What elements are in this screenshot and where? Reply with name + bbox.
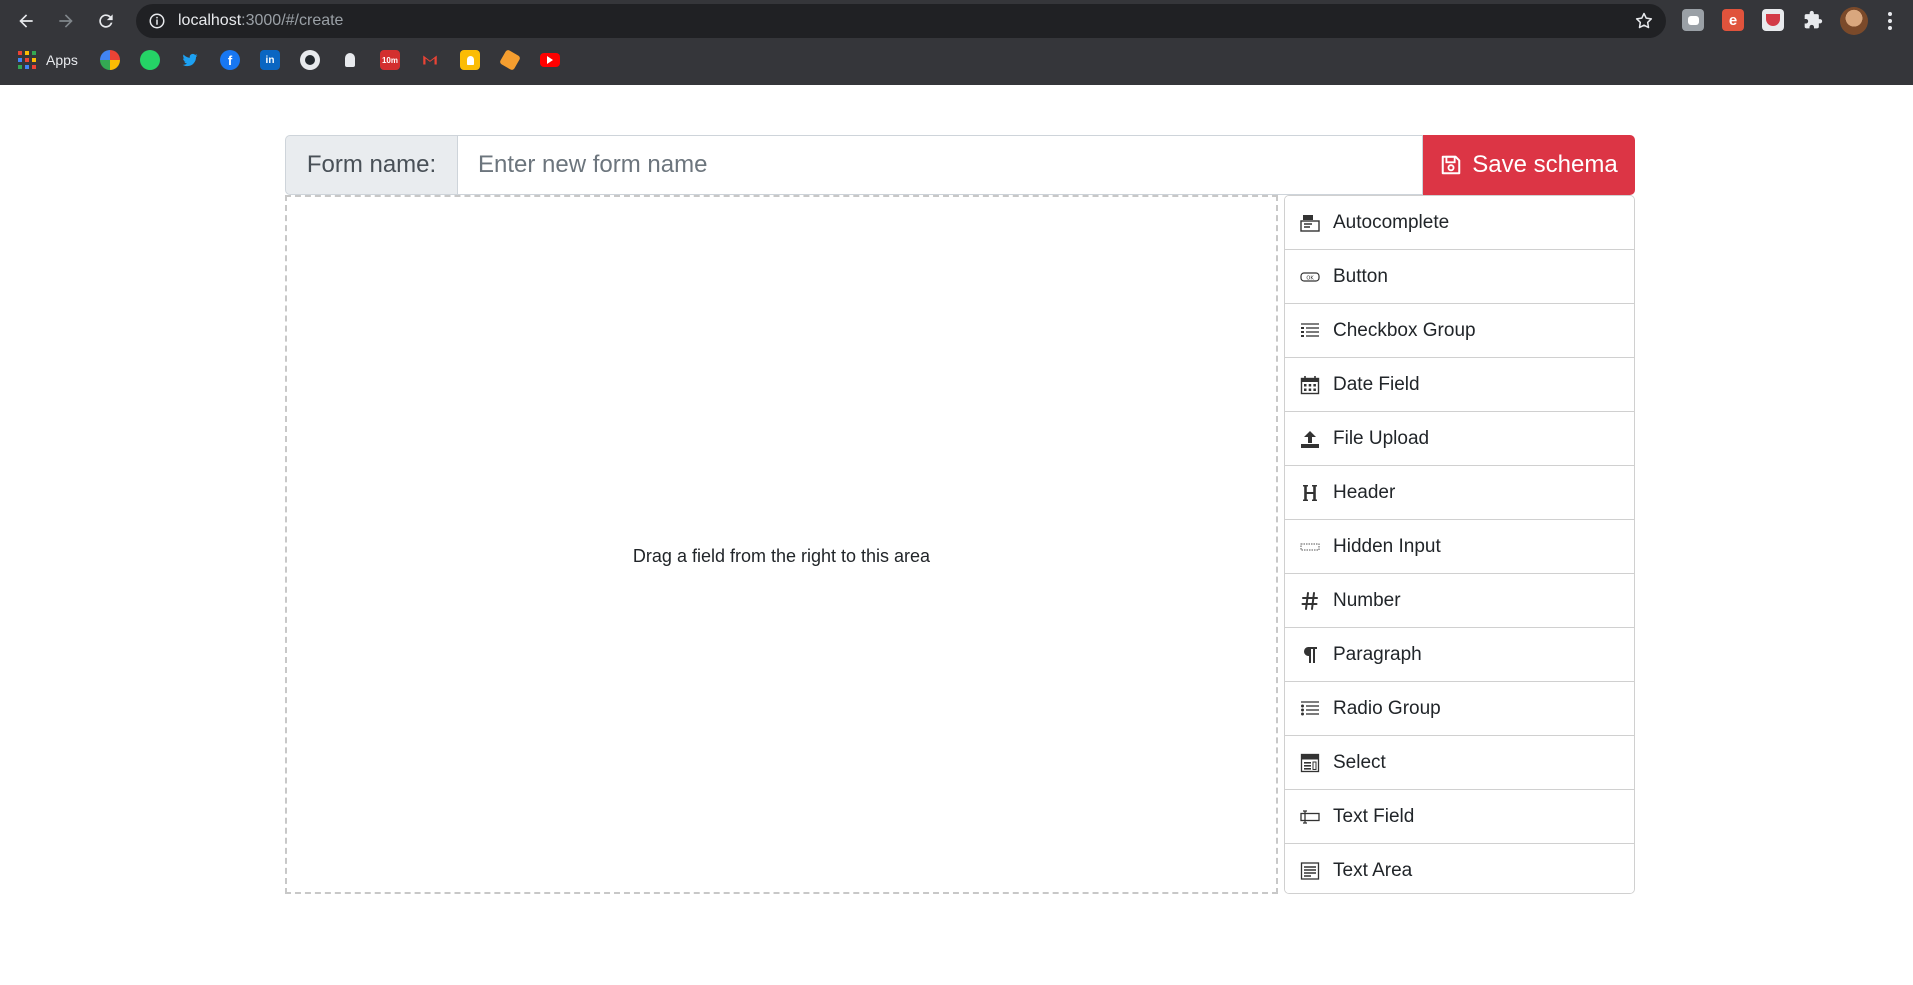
browser-menu-icon[interactable] bbox=[1880, 9, 1900, 33]
form-name-input[interactable] bbox=[457, 135, 1423, 195]
field-item-header[interactable]: Header bbox=[1285, 466, 1634, 520]
keep-icon[interactable] bbox=[460, 50, 480, 70]
field-item-autocomplete[interactable]: Autocomplete bbox=[1285, 196, 1634, 250]
github-icon[interactable] bbox=[300, 50, 320, 70]
url-host: localhost bbox=[178, 12, 242, 29]
cube-icon[interactable] bbox=[499, 49, 521, 71]
text-area-icon bbox=[1299, 860, 1321, 882]
extension-icon-2[interactable]: e bbox=[1722, 9, 1744, 31]
field-item-paragraph[interactable]: Paragraph bbox=[1285, 628, 1634, 682]
header-icon bbox=[1299, 482, 1321, 504]
extension-icon-1[interactable] bbox=[1682, 9, 1704, 31]
site-info-icon[interactable] bbox=[148, 12, 166, 30]
save-schema-button[interactable]: Save schema bbox=[1423, 135, 1635, 195]
back-icon[interactable] bbox=[14, 9, 38, 33]
radio-group-icon bbox=[1299, 698, 1321, 720]
drop-area-hint: Drag a field from the right to this area bbox=[632, 546, 931, 566]
bookmarks-bar: Apps bbox=[0, 42, 1913, 80]
checkbox-group-icon bbox=[1299, 320, 1321, 342]
field-item-label: Radio Group bbox=[1333, 697, 1441, 719]
forward-icon[interactable] bbox=[54, 9, 78, 33]
form-name-bar: Form name: Save schema bbox=[285, 135, 1635, 195]
paragraph-icon bbox=[1299, 644, 1321, 666]
svg-text:OK: OK bbox=[1306, 275, 1314, 281]
field-item-button[interactable]: OK Button bbox=[1285, 250, 1634, 304]
youtube-icon[interactable] bbox=[540, 53, 560, 67]
whatsapp-icon[interactable] bbox=[140, 50, 160, 70]
field-item-label: Header bbox=[1333, 481, 1396, 503]
field-item-label: File Upload bbox=[1333, 427, 1430, 449]
google-photos-icon[interactable] bbox=[100, 50, 120, 70]
field-item-label: Text Area bbox=[1333, 860, 1413, 881]
select-icon bbox=[1299, 752, 1321, 774]
url-path: :3000/#/create bbox=[241, 12, 344, 29]
reload-icon[interactable] bbox=[94, 9, 118, 33]
facebook-icon[interactable]: f bbox=[220, 50, 240, 70]
url-text[interactable]: localhost:3000/#/create bbox=[178, 12, 343, 30]
save-floppy-icon bbox=[1442, 155, 1461, 175]
field-item-label: Hidden Input bbox=[1333, 535, 1441, 557]
button-icon: OK bbox=[1299, 266, 1321, 288]
extensions-puzzle-icon[interactable] bbox=[1802, 9, 1824, 31]
field-item-label: Date Field bbox=[1333, 373, 1420, 395]
field-item-label: Autocomplete bbox=[1333, 211, 1450, 233]
pocket-icon[interactable] bbox=[1762, 9, 1784, 31]
field-item-text-field[interactable]: Text Field bbox=[1285, 790, 1634, 844]
hash-icon bbox=[1299, 590, 1321, 612]
bookmark-star-icon[interactable] bbox=[1634, 11, 1654, 31]
profile-avatar[interactable] bbox=[1840, 7, 1868, 35]
field-item-label: Number bbox=[1333, 589, 1401, 611]
calendar-icon bbox=[1299, 374, 1321, 396]
apps-grid-icon bbox=[18, 51, 36, 69]
field-drop-area[interactable]: Drag a field from the right to this area bbox=[285, 195, 1278, 894]
apps-label: Apps bbox=[46, 52, 78, 68]
field-item-select[interactable]: Select bbox=[1285, 736, 1634, 790]
field-item-date-field[interactable]: Date Field bbox=[1285, 358, 1634, 412]
twitter-icon[interactable] bbox=[180, 50, 200, 70]
hacker-icon[interactable] bbox=[340, 50, 360, 70]
field-item-number[interactable]: Number bbox=[1285, 574, 1634, 628]
field-item-hidden-input[interactable]: Hidden Input bbox=[1285, 520, 1634, 574]
text-field-icon bbox=[1299, 806, 1321, 828]
browser-chrome: localhost:3000/#/create e Apps f in 10m bbox=[0, 0, 1913, 85]
address-bar[interactable]: localhost:3000/#/create bbox=[136, 4, 1666, 38]
browser-toolbar: localhost:3000/#/create e bbox=[0, 0, 1913, 42]
field-item-text-area[interactable]: Text Area bbox=[1285, 844, 1634, 893]
field-item-label: Select bbox=[1333, 751, 1386, 773]
field-item-label: Checkbox Group bbox=[1333, 319, 1476, 341]
field-palette: Autocomplete OK Button Checkbox Group Da… bbox=[1284, 195, 1635, 894]
field-item-radio-group[interactable]: Radio Group bbox=[1285, 682, 1634, 736]
upload-icon bbox=[1299, 428, 1321, 450]
gmail-icon[interactable] bbox=[420, 50, 440, 70]
bookmark-apps[interactable]: Apps bbox=[18, 51, 78, 69]
field-item-label: Text Field bbox=[1333, 805, 1415, 827]
linkedin-icon[interactable]: in bbox=[260, 50, 280, 70]
field-item-checkbox-group[interactable]: Checkbox Group bbox=[1285, 304, 1634, 358]
autocomplete-icon bbox=[1299, 212, 1321, 234]
field-item-label: Paragraph bbox=[1333, 643, 1422, 665]
field-item-label: Button bbox=[1333, 265, 1388, 287]
field-item-file-upload[interactable]: File Upload bbox=[1285, 412, 1634, 466]
save-schema-label: Save schema bbox=[1472, 151, 1618, 178]
form-name-label: Form name: bbox=[285, 135, 457, 195]
bookmark-site-icon[interactable]: 10m bbox=[380, 50, 400, 70]
hidden-input-icon bbox=[1299, 536, 1321, 558]
